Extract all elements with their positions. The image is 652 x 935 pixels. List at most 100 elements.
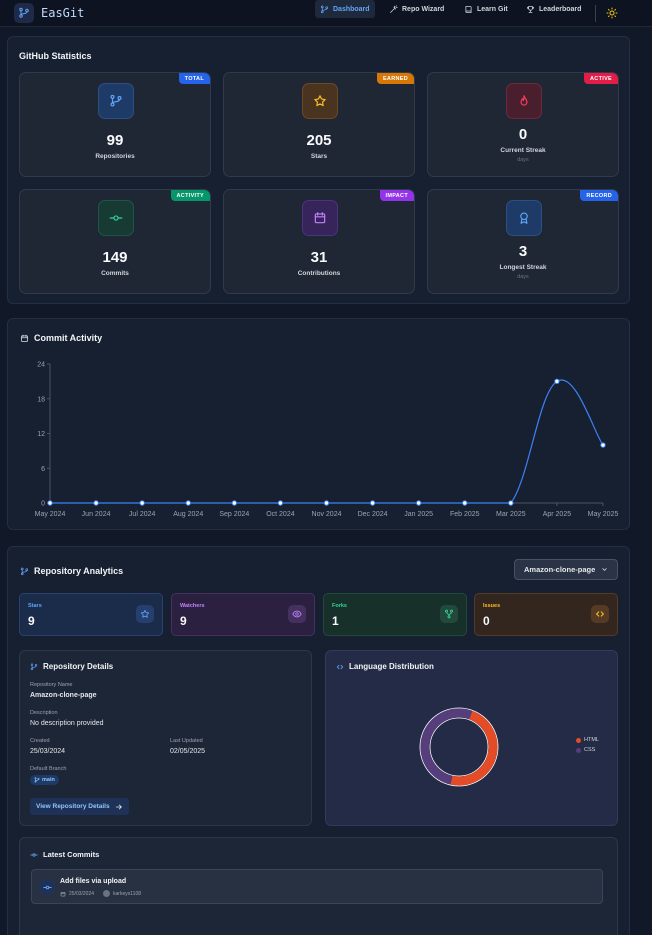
repo-analytics-title: Repository Analytics bbox=[34, 566, 124, 576]
latest-commits-title: Latest Commits bbox=[43, 850, 100, 859]
stat-label: Commits bbox=[101, 270, 129, 277]
donut-slice-css bbox=[420, 708, 473, 785]
repository-details-card: Repository Details Repository Name Amazo… bbox=[19, 650, 312, 826]
metric-label: Stars bbox=[28, 603, 42, 609]
nav-repo-wizard[interactable]: Repo Wizard bbox=[384, 0, 449, 18]
commit-icon bbox=[30, 852, 38, 857]
star-icon bbox=[302, 83, 338, 119]
x-tick-label: Oct 2024 bbox=[266, 511, 295, 518]
metric-watchers: Watchers 9 bbox=[171, 593, 315, 636]
y-tick-label: 18 bbox=[37, 396, 45, 403]
repo-select-value: Amazon-clone-page bbox=[524, 565, 596, 574]
repo-analytics-header: Repository Analytics bbox=[20, 566, 123, 576]
x-tick-label: Jul 2024 bbox=[129, 511, 156, 518]
view-repo-details-label: View Repository Details bbox=[36, 803, 110, 810]
git-branch-icon bbox=[14, 3, 34, 23]
calendar-icon bbox=[60, 891, 66, 896]
view-repo-details-button[interactable]: View Repository Details bbox=[30, 798, 129, 815]
git-branch-icon bbox=[20, 567, 29, 575]
brand[interactable]: EasGit bbox=[14, 3, 84, 23]
legend-item-html: HTML bbox=[576, 737, 599, 743]
metric-issues: Issues 0 bbox=[474, 593, 618, 636]
created-label: Created bbox=[30, 738, 50, 744]
stat-value: 0 bbox=[518, 126, 528, 143]
latest-commits-header: Latest Commits bbox=[30, 850, 99, 859]
branch-badge: main bbox=[30, 775, 59, 785]
code-icon bbox=[591, 605, 609, 623]
legend-label: CSS bbox=[584, 747, 596, 753]
stat-label: Contributions bbox=[297, 270, 341, 277]
git-branch-icon bbox=[98, 83, 134, 119]
data-point bbox=[554, 378, 560, 385]
metric-label: Watchers bbox=[180, 603, 205, 609]
stat-badge: RECORD bbox=[580, 190, 618, 201]
stat-value: 99 bbox=[106, 132, 124, 149]
stat-badge: ACTIVITY bbox=[170, 190, 210, 201]
data-point bbox=[415, 500, 422, 506]
y-tick-label: 24 bbox=[37, 362, 45, 369]
metric-value: 1 bbox=[332, 614, 339, 628]
flame-icon bbox=[506, 83, 542, 119]
data-point bbox=[508, 500, 514, 506]
latest-commits-card: Latest Commits Add files via upload 25/0… bbox=[19, 837, 618, 935]
branch-name: main bbox=[42, 777, 55, 783]
calendar-icon bbox=[302, 200, 338, 236]
stat-card-repositories: TOTAL 99 Repositories bbox=[19, 72, 211, 177]
data-point bbox=[600, 442, 606, 448]
stat-badge: TOTAL bbox=[178, 73, 210, 84]
eye-icon bbox=[288, 605, 306, 623]
metric-value: 9 bbox=[28, 614, 35, 628]
star-icon bbox=[136, 605, 154, 623]
nav-learn-git[interactable]: Learn Git bbox=[459, 0, 513, 18]
x-tick-label: Dec 2024 bbox=[358, 511, 388, 518]
commit-icon bbox=[39, 879, 55, 895]
stat-badge: ACTIVE bbox=[584, 73, 618, 84]
theme-toggle[interactable] bbox=[606, 7, 618, 19]
x-tick-label: Apr 2025 bbox=[543, 511, 572, 518]
legend-swatch bbox=[576, 737, 581, 743]
nav-dashboard-label: Dashboard bbox=[333, 5, 370, 13]
x-tick-label: May 2025 bbox=[588, 511, 619, 518]
commit-message: Add files via upload bbox=[60, 878, 127, 885]
nav-learn-git-label: Learn Git bbox=[477, 5, 508, 13]
git-branch-icon bbox=[34, 777, 40, 783]
y-tick-label: 6 bbox=[41, 466, 45, 473]
repository-analytics-panel: Repository Analytics Amazon-clone-page S… bbox=[7, 546, 630, 935]
legend-label: HTML bbox=[584, 737, 599, 743]
trophy-icon bbox=[527, 5, 534, 13]
award-icon bbox=[506, 200, 542, 236]
git-branch-icon bbox=[320, 5, 329, 13]
commit-activity-panel: Commit Activity 0 6 12 18 24 May 2024 Jun 2024… bbox=[7, 318, 630, 530]
repo-details-header: Repository Details bbox=[30, 662, 113, 671]
stat-sublabel: days bbox=[517, 274, 529, 280]
section-title: GitHub Statistics bbox=[19, 51, 92, 61]
commit-activity-chart: 0 6 12 18 24 May 2024 Jun 2024 Jul 2024 Aug 2024… bbox=[35, 362, 619, 519]
stat-card-contributions: IMPACT 31 Contributions bbox=[223, 189, 415, 294]
github-statistics-panel: GitHub Statistics TOTAL 99 Repositories … bbox=[7, 36, 630, 304]
commit-item[interactable]: Add files via upload 25/03/2024 karkeys1… bbox=[31, 869, 603, 904]
data-point bbox=[231, 500, 238, 506]
donut-slice-html bbox=[450, 710, 498, 786]
x-tick-label: Aug 2024 bbox=[173, 511, 203, 518]
description-label: Description bbox=[30, 710, 58, 716]
metric-value: 9 bbox=[180, 614, 187, 628]
x-tick-label: Feb 2025 bbox=[450, 511, 480, 518]
data-point bbox=[93, 500, 99, 506]
nav-repo-wizard-label: Repo Wizard bbox=[402, 5, 445, 13]
x-tick-label: May 2024 bbox=[35, 511, 66, 518]
stat-card-commits: ACTIVITY 149 Commits bbox=[19, 189, 211, 294]
repo-select[interactable]: Amazon-clone-page bbox=[514, 559, 618, 580]
nav-dashboard[interactable]: Dashboard bbox=[315, 0, 375, 18]
x-tick-label: Mar 2025 bbox=[496, 511, 526, 518]
updated-value: 02/05/2025 bbox=[170, 748, 206, 755]
stat-card-current-streak: ACTIVE 0 Current Streak days bbox=[427, 72, 619, 177]
stat-badge: EARNED bbox=[376, 73, 414, 84]
nav-leaderboard[interactable]: Leaderboard bbox=[521, 0, 586, 18]
metric-value: 0 bbox=[483, 614, 490, 628]
data-point bbox=[47, 500, 53, 506]
x-tick-label: Nov 2024 bbox=[312, 511, 342, 518]
avatar bbox=[103, 890, 111, 897]
magic-wand-icon bbox=[390, 4, 398, 13]
stat-label: Stars bbox=[310, 153, 328, 160]
legend-item-css: CSS bbox=[576, 747, 599, 753]
